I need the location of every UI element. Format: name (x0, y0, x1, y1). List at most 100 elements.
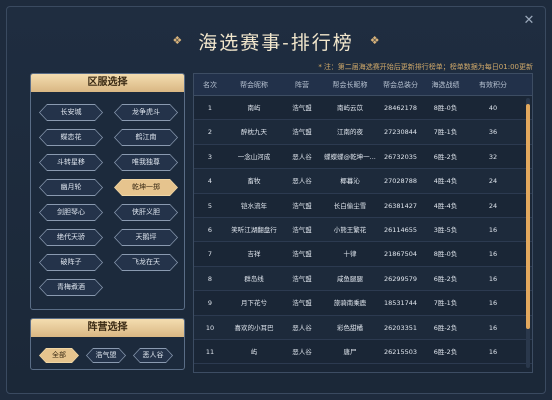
table-cell: 16 (488, 347, 498, 356)
table-cell: 5 (207, 201, 213, 210)
server-button[interactable]: 斗转星移 (39, 154, 103, 171)
table-cell: 11 (205, 347, 215, 356)
table-cell: 咸鱼腿腿 (337, 274, 363, 283)
table-cell: 10 (205, 323, 215, 332)
table-cell: 吉祥 (247, 250, 261, 259)
server-button[interactable]: 剑胆琴心 (39, 204, 103, 221)
table-cell: 6胜-2负 (433, 347, 458, 356)
server-button-label: 侠肝义胆 (115, 205, 177, 220)
server-button[interactable]: 破阵子 (39, 254, 103, 271)
table-cell: 十律 (343, 250, 357, 259)
table-cell: 7胜-1负 (433, 128, 458, 137)
server-button[interactable]: 龙争虎斗 (114, 104, 178, 121)
table-cell: 28462178 (383, 104, 418, 112)
table-cell: 7胜-1负 (433, 299, 458, 308)
scrollbar-thumb[interactable] (526, 104, 530, 329)
server-panel-title: 区服选择 (31, 74, 184, 92)
table-cell: 24 (488, 177, 498, 186)
server-button-label: 龙争虎斗 (115, 105, 177, 120)
server-button[interactable]: 幽月轮 (39, 179, 103, 196)
table-cell: 18531744 (383, 299, 418, 308)
camp-button[interactable]: 恶人谷 (133, 348, 173, 363)
camp-button-label: 全部 (40, 349, 78, 362)
table-cell: 26381427 (383, 201, 418, 210)
server-button-label: 乾坤一掷 (115, 180, 177, 195)
column-header: 有效积分 (479, 81, 507, 89)
table-row: 7 吉祥 浩气盟 十律 21867504 8胜-0负 16 (194, 242, 532, 267)
title-ornament-right-icon: ❖ (369, 34, 380, 47)
server-button-label: 破阵子 (40, 255, 102, 270)
table-cell: 小熊王繁花 (333, 225, 367, 234)
server-button[interactable]: 乾坤一掷 (114, 179, 178, 196)
server-button[interactable]: 唯我独尊 (114, 154, 178, 171)
table-cell: 16 (488, 299, 498, 308)
update-notice: * 注：第二届海选赛开始后更新排行榜单；榜单数据为每日01:00更新 (318, 63, 533, 71)
table-row: 5 铠水流年 浩气盟 长白偷尘雪 26381427 4胜-4负 24 (194, 194, 532, 218)
server-button[interactable]: 鹤江南 (114, 129, 178, 146)
server-button[interactable]: 侠肝义胆 (114, 204, 178, 221)
table-cell: 26299579 (383, 274, 418, 283)
server-button-label: 青梅煮酒 (40, 280, 102, 295)
table-cell: 畜牧 (247, 177, 261, 186)
table-cell: 6 (207, 225, 213, 234)
table-cell: 南屿云苡 (337, 104, 363, 112)
camp-button[interactable]: 全部 (39, 348, 79, 363)
camp-panel-title: 阵营选择 (31, 319, 184, 337)
title-bar: ❖ 海选赛事-排行榜 ❖ (7, 27, 545, 55)
table-cell: 南屿 (247, 104, 261, 112)
table-cell: 浩气盟 (292, 250, 312, 259)
table-cell: 江南的夜 (337, 128, 363, 137)
table-cell: 恶人谷 (292, 347, 312, 356)
table-cell: 恶人谷 (292, 177, 312, 186)
server-button-label: 幽月轮 (40, 180, 102, 195)
server-button[interactable]: 蝶恋花 (39, 129, 103, 146)
table-cell: 27028788 (383, 177, 418, 186)
table-cell: 8胜-0负 (433, 250, 458, 259)
table-cell: 笑听江湖翻盘行 (231, 225, 277, 234)
page-title: 海选赛事-排行榜 (198, 31, 354, 54)
server-button-label: 鹤江南 (115, 130, 177, 145)
server-button-label: 长安城 (40, 105, 102, 120)
table-row: 3 一念山河成 恶人谷 蝶蝶蝶@乾坤一... 26732035 6胜-2负 32 (194, 145, 532, 170)
table-cell: 32 (488, 152, 498, 161)
table-cell: 26732035 (383, 152, 418, 161)
server-button-label: 天鹅坪 (115, 230, 177, 245)
table-scrollbar[interactable] (526, 98, 530, 368)
table-cell: 浩气盟 (292, 274, 312, 283)
camp-select-panel: 阵营选择 全部 浩气盟 恶人谷 (30, 318, 185, 370)
camp-button-label: 恶人谷 (134, 349, 172, 362)
table-cell: 26203351 (383, 323, 418, 332)
server-button-label: 斗转星移 (40, 155, 102, 170)
server-button-label: 飞龙在天 (115, 255, 177, 270)
table-cell: 36 (488, 128, 498, 137)
table-cell: 26215503 (383, 347, 418, 356)
camp-button[interactable]: 浩气盟 (86, 348, 126, 363)
table-cell: 3 (207, 152, 213, 161)
column-header: 名次 (203, 81, 217, 89)
server-button-label: 唯我独尊 (115, 155, 177, 170)
column-header: 帮会昵称 (240, 81, 268, 89)
table-cell: 旅骑南乘鹿 (333, 299, 367, 308)
server-button[interactable]: 飞龙在天 (114, 254, 178, 271)
server-button[interactable]: 青梅煮酒 (39, 279, 103, 296)
table-cell: 26114655 (383, 225, 418, 234)
server-button[interactable]: 天鹅坪 (114, 229, 178, 246)
table-cell: 40 (488, 104, 498, 112)
table-cell: 16 (488, 274, 498, 283)
table-cell: 6胜-2负 (433, 274, 458, 283)
table-cell: 月下花兮 (241, 299, 267, 308)
server-button[interactable]: 长安城 (39, 104, 103, 121)
table-header: 名次 帮会昵称 阵营 帮会长昵称 帮会总装分 海选战绩 有效积分 (194, 74, 532, 96)
table-cell: 蝶蝶蝶@乾坤一... (324, 152, 376, 161)
server-select-panel: 区服选择 长安城 龙争虎斗 蝶恋花 鹤江南 斗转星移 唯我独尊 幽月轮 乾坤一掷 剑胆琴心 侠肝义… (30, 73, 185, 310)
table-cell: 8 (207, 274, 213, 283)
table-cell: 2 (207, 128, 213, 137)
table-body: 1 南屿 浩气盟 南屿云苡 28462178 8胜-0负 40 2 醉枕九天 浩气盟 江南的夜 272… (194, 96, 532, 365)
server-button-label: 剑胆琴心 (40, 205, 102, 220)
server-button[interactable]: 绝代天骄 (39, 229, 103, 246)
table-cell: 16 (488, 250, 498, 259)
title-ornament-left-icon: ❖ (172, 34, 183, 47)
table-cell: 一念山河成 (237, 152, 271, 161)
table-cell: 27230844 (383, 128, 418, 137)
table-cell: 1 (207, 104, 213, 112)
